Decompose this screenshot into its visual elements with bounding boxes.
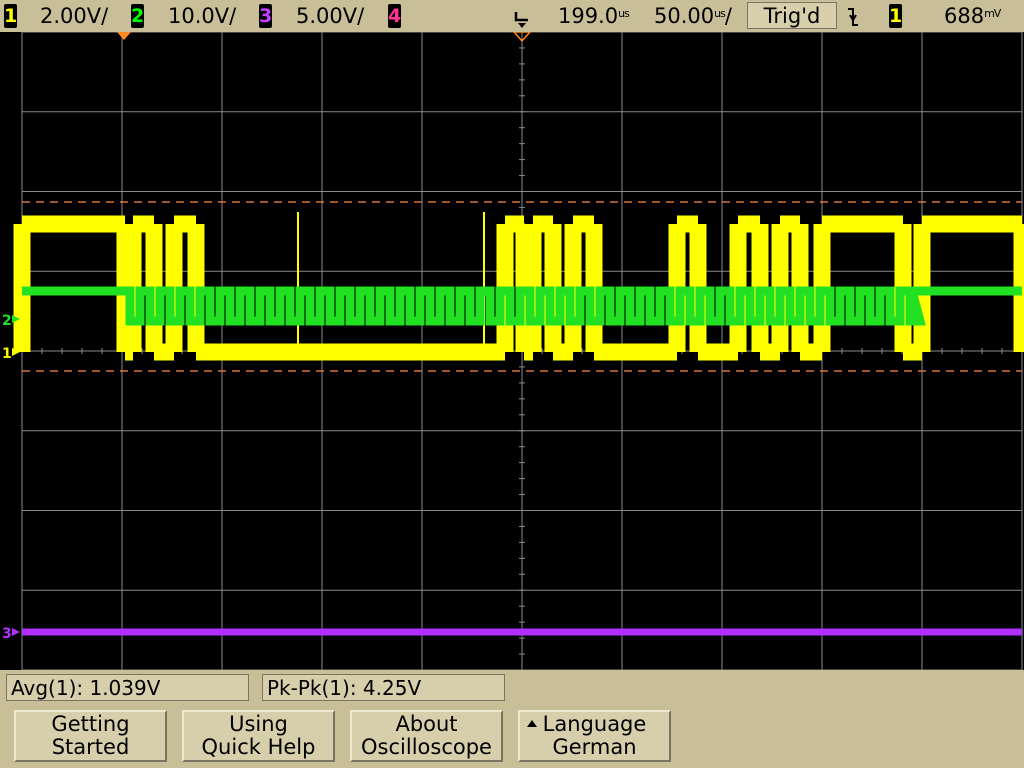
getting-started-button[interactable]: Getting Started — [14, 710, 167, 762]
channel-1-glitch — [297, 212, 485, 352]
channel-2-ground-marker: 2 — [2, 313, 12, 329]
language-button[interactable]: Language German — [518, 710, 671, 762]
falling-edge-icon[interactable] — [846, 7, 860, 27]
channel-1-ground-marker: 1 — [2, 346, 12, 362]
channel-3-ground-marker-arrow — [12, 628, 20, 636]
using-quick-help-button[interactable]: Using Quick Help — [182, 710, 335, 762]
delay-reference-icon — [514, 12, 528, 28]
trigger-position-marker — [117, 32, 131, 40]
average-measurement[interactable]: Avg(1): 1.039V — [6, 674, 249, 701]
channel-3-scale[interactable]: 5.00V/ — [296, 3, 364, 29]
trigger-status: Trig'd — [747, 2, 837, 29]
channel-2-badge[interactable]: 2 — [131, 4, 144, 28]
time-delay[interactable]: 199.0us — [558, 3, 630, 29]
channel-2-trace — [22, 286, 1022, 326]
channel-2-scale[interactable]: 10.0V/ — [168, 3, 236, 29]
menu-up-arrow-icon — [527, 720, 537, 727]
about-oscilloscope-button[interactable]: About Oscilloscope — [350, 710, 503, 762]
time-scale[interactable]: 50.00us/ — [654, 3, 732, 29]
channel-1-scale[interactable]: 2.00V/ — [40, 3, 108, 29]
graticule: 2 1 3 — [2, 32, 1024, 670]
channel-1-badge[interactable]: 1 — [4, 4, 17, 28]
channel-3-ground-marker: 3 — [2, 626, 12, 642]
trigger-level[interactable]: 688mV — [944, 3, 1001, 29]
waveform-display[interactable]: 2 1 3 — [0, 32, 1024, 670]
channel-3-badge[interactable]: 3 — [259, 4, 272, 28]
status-bar: 1 2.00V/ 2 10.0V/ 3 5.00V/ 4 199.0us 50.… — [0, 0, 1024, 32]
channel-4-badge[interactable]: 4 — [388, 4, 401, 28]
peak-to-peak-measurement[interactable]: Pk-Pk(1): 4.25V — [262, 674, 505, 701]
trigger-source-badge[interactable]: 1 — [889, 4, 902, 28]
